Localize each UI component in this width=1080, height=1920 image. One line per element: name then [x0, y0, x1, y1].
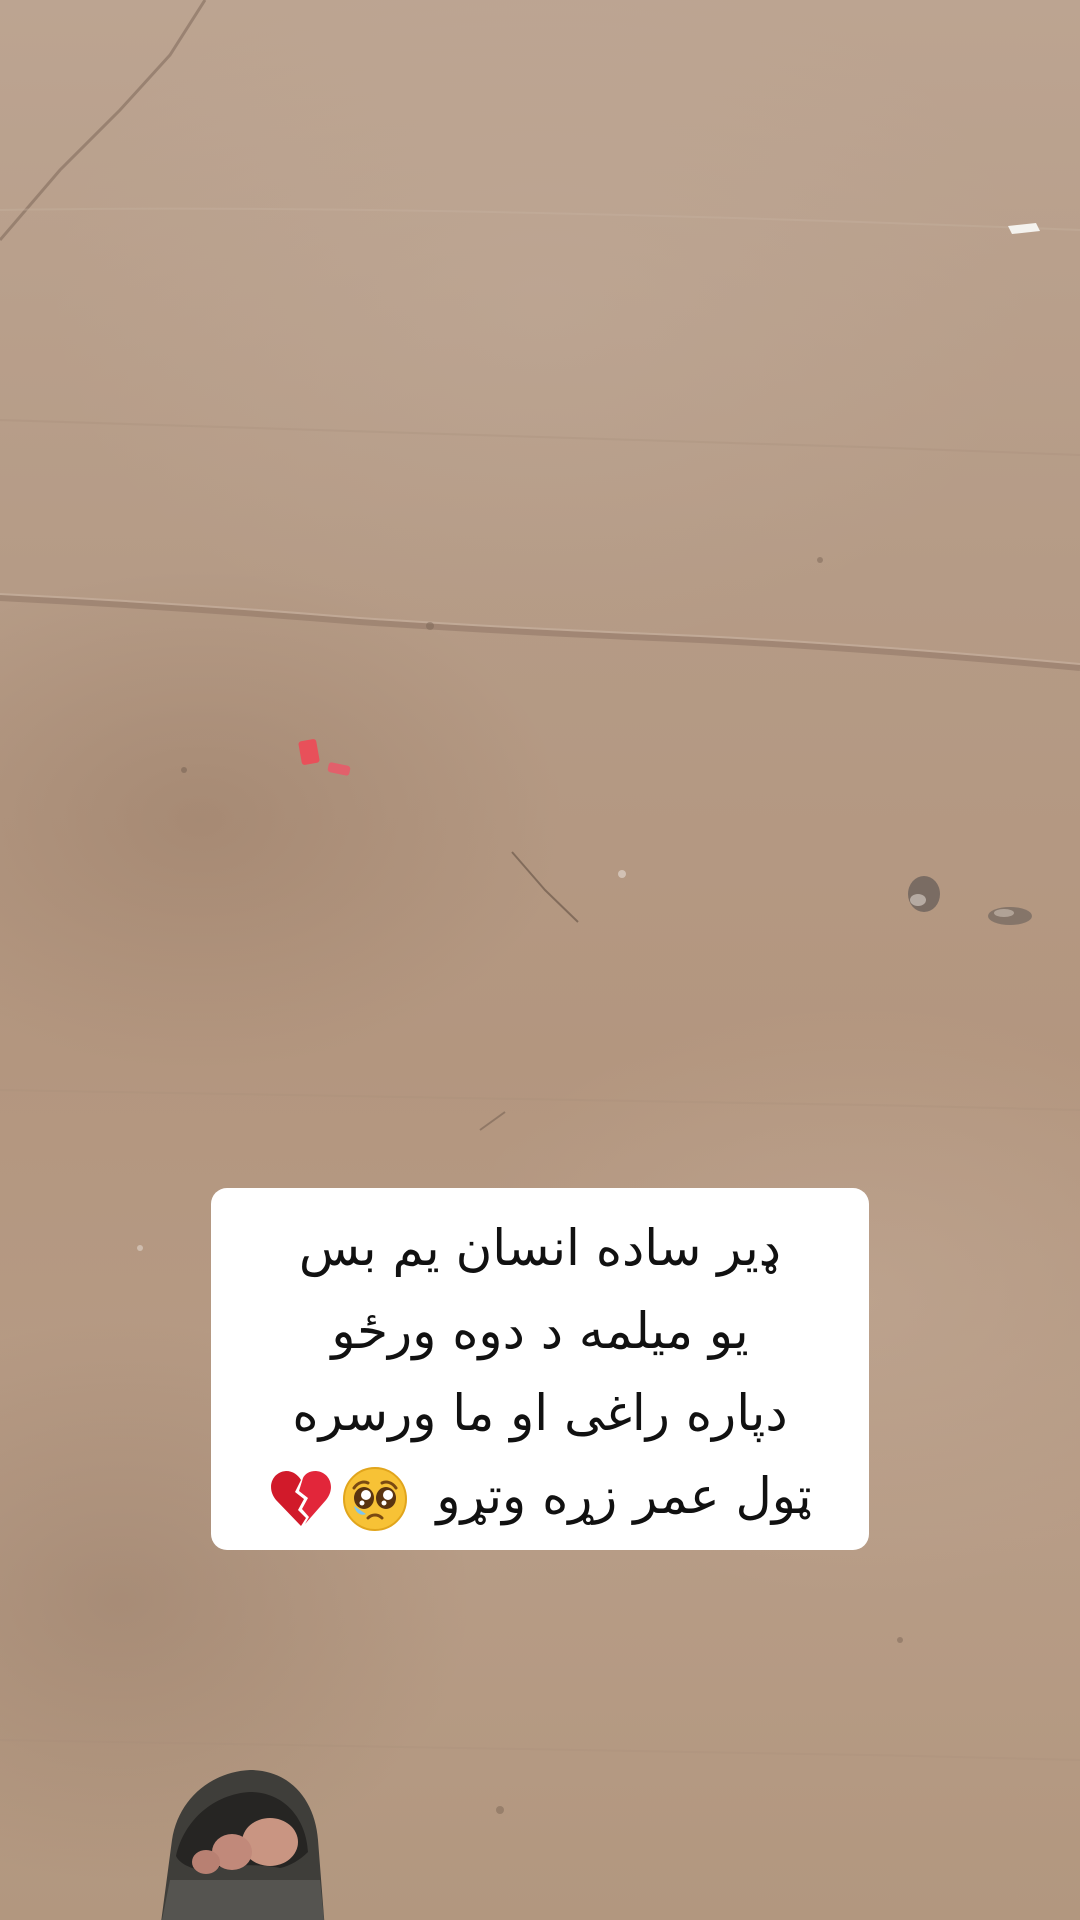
trowel-line — [0, 419, 1080, 456]
caption-line-4: ټول عمر زړه وتړو — [436, 1466, 812, 1525]
twig — [479, 1111, 506, 1131]
trowel-line — [0, 1089, 1080, 1111]
photo-background: ډیر ساده انسان یم بس یو میلمه د دوه ورځو… — [0, 0, 1080, 1920]
speck — [817, 557, 823, 563]
toe — [192, 1850, 220, 1874]
speck — [496, 1806, 504, 1814]
twig — [511, 851, 579, 923]
stone — [994, 909, 1014, 917]
speck — [181, 767, 187, 773]
trowel-line — [0, 1739, 1080, 1761]
paper-scrap — [1008, 223, 1040, 234]
speck — [897, 1637, 903, 1643]
pleading-face-icon — [343, 1467, 408, 1532]
speck — [618, 870, 626, 878]
caption-line-2: یو میلمه د دوه ورځو — [331, 1301, 749, 1360]
expansion-joint — [0, 595, 1080, 671]
stone — [908, 876, 940, 912]
red-wrapper — [327, 762, 351, 776]
caption-line-1: ډیر ساده انسان یم بس — [298, 1219, 782, 1277]
caption-line-4-row: ټول عمر زړه وتړو — [268, 1458, 812, 1534]
caption-box: ډیر ساده انسان یم بس یو میلمه د دوه ورځو… — [211, 1188, 869, 1550]
emoji-row — [268, 1466, 408, 1532]
speck — [426, 622, 434, 630]
broken-heart-icon — [271, 1471, 332, 1527]
caption-line-3: دپاره راغی او ما ورسره — [292, 1384, 788, 1443]
stone — [910, 894, 926, 906]
concrete-texture — [0, 0, 1080, 1814]
sandal-strap — [162, 1880, 324, 1920]
crack-diagonal — [0, 0, 207, 241]
foot-in-sandal — [161, 1770, 325, 1920]
trowel-line — [0, 207, 1080, 231]
red-wrapper — [298, 739, 320, 765]
speck — [137, 1245, 143, 1251]
